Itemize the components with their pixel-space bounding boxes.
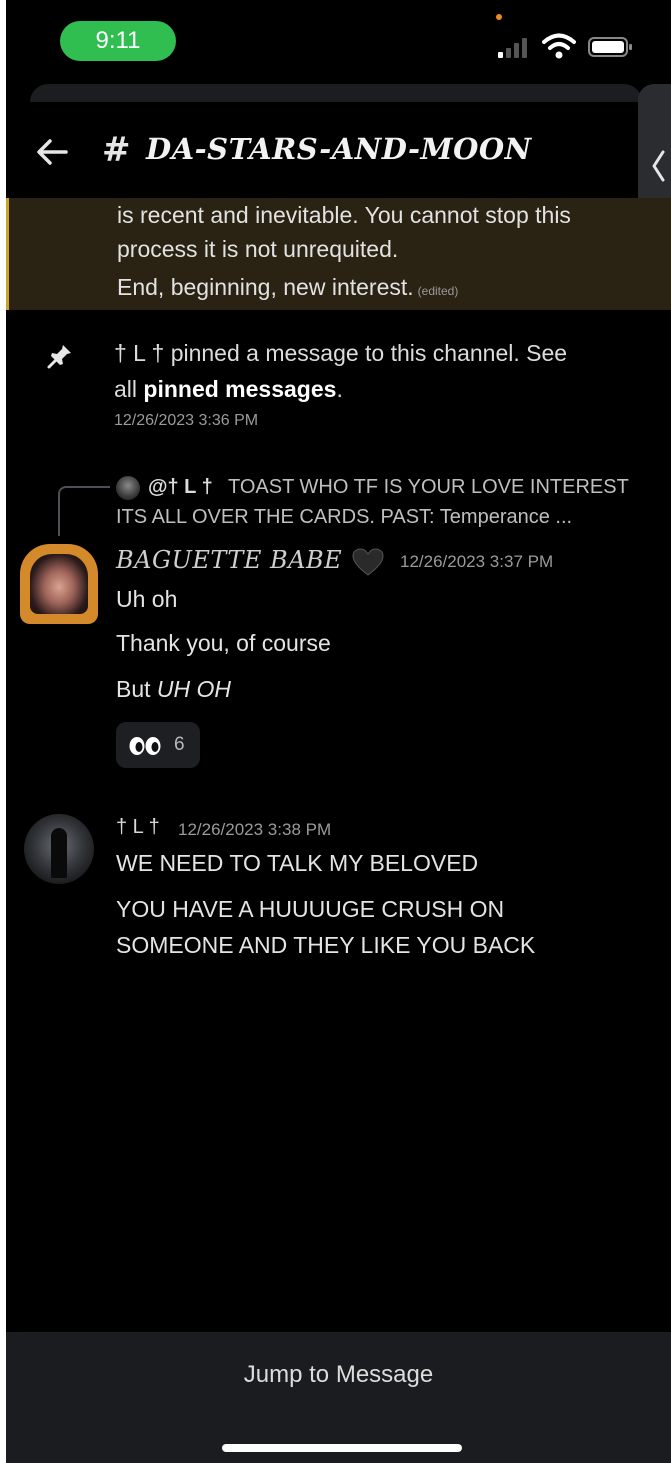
message-timestamp: 12/26/2023 3:38 PM [178,820,332,839]
message-text: is recent and inevitable. You cannot sto… [117,202,571,228]
cellular-signal-icon [498,36,530,58]
reaction-count: 6 [174,734,185,755]
reply-avatar [116,476,140,500]
message-text: YOU HAVE A HUUUUGE CRUSH ON [116,896,505,922]
message-text-italic: UH OH [156,676,232,702]
wifi-icon [542,33,576,59]
avatar-photo [30,554,88,614]
highlighted-message[interactable]: is recent and inevitable. You cannot sto… [6,198,671,310]
pin-notice-timestamp: 12/26/2023 3:36 PM [114,412,259,429]
pin-notice-text: all [114,376,144,402]
message-text: process it is not unrequited. [117,236,399,262]
privacy-indicator-icon [496,14,502,20]
message-text: Thank you, of course [116,630,331,656]
pinned-messages-link[interactable]: pinned messages [143,376,336,402]
chevron-left-icon [652,150,665,182]
battery-icon [588,37,632,57]
message-text: WE NEED TO TALK MY BELOVED [116,850,479,876]
reply-mention[interactable]: @† L † [148,476,213,499]
message-author[interactable]: † L † [116,816,160,839]
message-text: SOMEONE AND THEY LIKE YOU BACK [116,932,536,958]
sheet-top-edge [30,84,642,102]
pin-icon [47,345,71,369]
channel-name[interactable]: DA-STARS-AND-MOON [146,132,532,166]
message-text-last: End, beginning, new interest. (edited) [117,274,458,301]
phone-screen: 9:11 # DA-STARS-AND-MOON is recent and i… [6,0,671,1463]
reply-text[interactable]: ITS ALL OVER THE CARDS. PAST: Temperance… [116,506,572,529]
message-text: But [116,676,157,702]
avatar[interactable] [24,814,94,884]
eyes-emoji-icon [129,737,161,755]
reply-text[interactable]: TOAST WHO TF IS YOUR LOVE INTEREST [228,476,629,499]
back-arrow-icon[interactable] [32,132,72,172]
jump-to-message-button[interactable]: Jump to Message [6,1352,671,1398]
avatar-photo [51,828,67,878]
pin-notice-line2: all pinned messages. [114,376,343,403]
home-indicator[interactable] [222,1444,462,1452]
reply-connector [58,486,110,536]
message-text: Uh oh [116,586,178,612]
black-heart-icon [352,548,384,576]
status-bar: 9:11 [6,0,671,80]
message-text-mixed: But UH OH [116,676,231,703]
message-timestamp: 12/26/2023 3:37 PM [400,552,554,571]
pin-notice-text: . [336,376,343,402]
status-time: 9:11 [60,21,176,61]
avatar[interactable] [20,544,98,624]
edited-tag: (edited) [417,284,459,298]
message-author[interactable]: BAGUETTE BABE [116,546,342,574]
channel-header: # DA-STARS-AND-MOON [6,102,671,198]
pin-notice-text: † L † pinned a message to this channel. … [114,340,568,366]
reaction-button[interactable]: 6 [116,722,200,768]
channel-hash-icon: # [102,130,131,170]
bottom-bar: Jump to Message [6,1332,671,1463]
message-text: End, beginning, new interest. [117,274,414,300]
